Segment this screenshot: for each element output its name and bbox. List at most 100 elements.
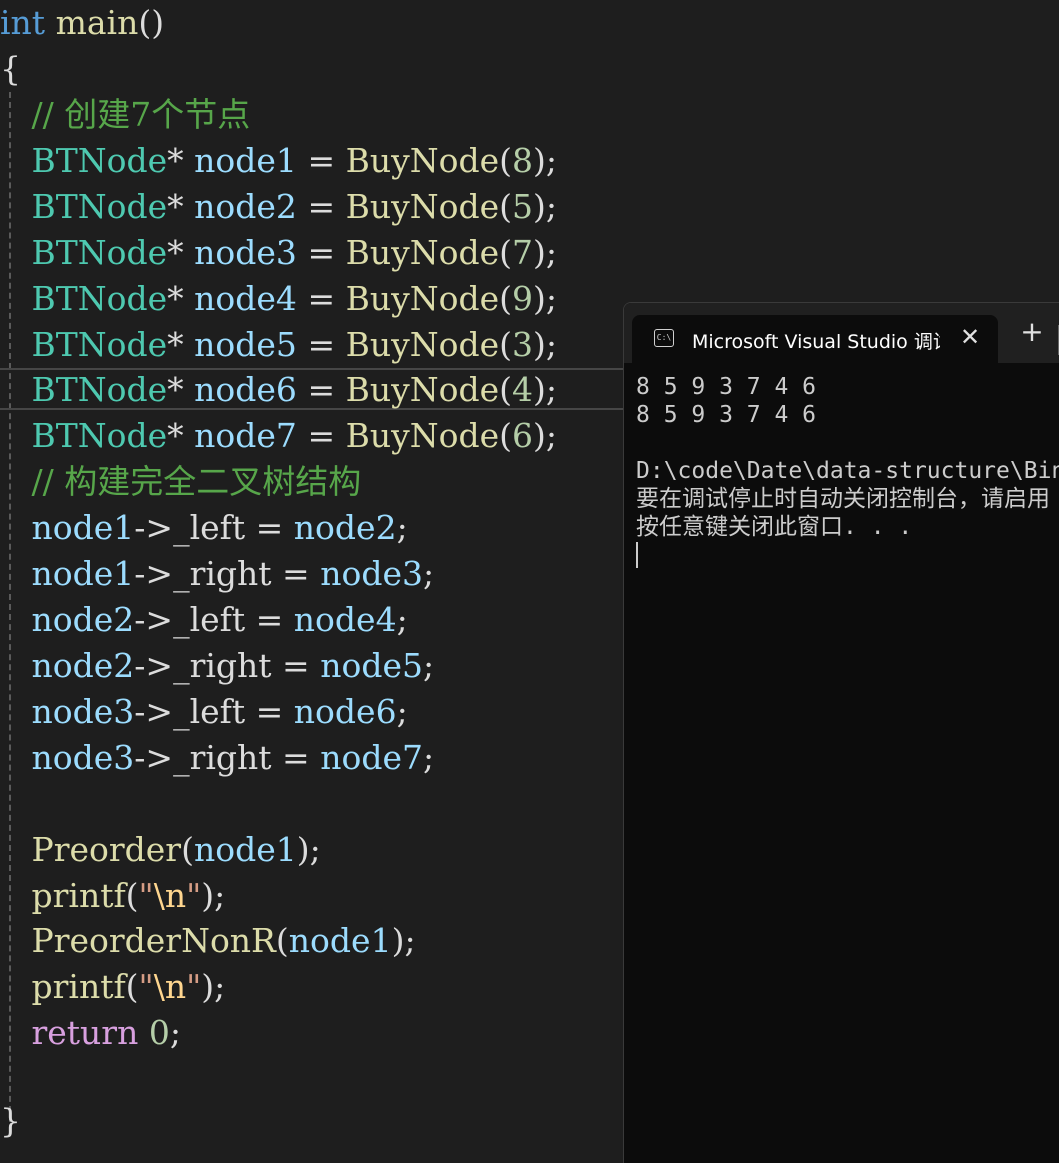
close-icon[interactable]: ✕ <box>956 323 984 351</box>
string-quote: " <box>138 876 154 915</box>
function-name: PreorderNonR <box>31 921 276 960</box>
code-line[interactable]: { <box>0 46 21 92</box>
number: 8 <box>512 141 534 180</box>
number: 4 <box>512 370 534 409</box>
number: 7 <box>512 233 534 272</box>
type-name: BTNode <box>31 187 168 226</box>
brace: } <box>0 1101 21 1140</box>
operator: -> <box>134 600 174 639</box>
variable: node2 <box>293 508 397 547</box>
function-name: BuyNode <box>345 279 500 318</box>
text-cursor <box>636 542 638 568</box>
code-line[interactable]: node2->_left = node4; <box>0 597 408 643</box>
code-line[interactable]: node1->_left = node2; <box>0 505 407 551</box>
string-quote: " <box>186 967 202 1006</box>
punctuation: ( <box>499 279 513 318</box>
number: 6 <box>512 416 534 455</box>
console-tab[interactable]: C:\ Microsoft Visual Studio 调试控制台 ✕ <box>632 315 998 363</box>
operator: = <box>307 370 336 409</box>
code-line[interactable]: node3->_right = node7; <box>0 735 434 781</box>
code-line[interactable]: node3->_left = node6; <box>0 689 408 735</box>
field: _right <box>173 646 272 685</box>
function-name: printf <box>31 876 126 915</box>
operator: = <box>307 279 336 318</box>
variable: node6 <box>293 692 397 731</box>
punctuation: * <box>167 187 184 226</box>
new-tab-button[interactable]: + <box>1018 317 1046 347</box>
code-line[interactable]: BTNode* node1 = BuyNode(8); <box>0 138 557 184</box>
function-name: BuyNode <box>345 233 500 272</box>
code-line[interactable]: int main() <box>0 0 164 46</box>
punctuation: ( <box>181 830 194 869</box>
variable: node2 <box>31 600 135 639</box>
punctuation: ; <box>169 1013 181 1052</box>
field: _left <box>173 600 246 639</box>
variable: node1 <box>194 141 297 180</box>
comment: // 创建7个节点 <box>31 95 251 134</box>
code-line[interactable]: // 创建7个节点 <box>0 92 250 138</box>
variable: node1 <box>193 830 297 869</box>
operator: = <box>307 233 336 272</box>
number: 5 <box>512 187 534 226</box>
variable: node3 <box>31 738 135 777</box>
punctuation: ); <box>533 141 558 180</box>
function-name: printf <box>31 967 126 1006</box>
code-line[interactable]: PreorderNonR(node1); <box>0 918 415 964</box>
punctuation: ); <box>533 370 558 409</box>
code-line[interactable]: // 构建完全二叉树结构 <box>0 459 361 505</box>
number: 9 <box>512 279 534 318</box>
number: 3 <box>512 325 534 364</box>
code-line[interactable]: Preorder(node1); <box>0 827 321 873</box>
punctuation: ); <box>533 416 558 455</box>
type-name: BTNode <box>31 325 168 364</box>
debug-console-window[interactable]: C:\ Microsoft Visual Studio 调试控制台 ✕ + 8 … <box>623 302 1059 1163</box>
variable: node3 <box>194 233 297 272</box>
variable: node5 <box>194 325 297 364</box>
operator: -> <box>134 692 174 731</box>
code-line[interactable]: printf("\n"); <box>0 873 225 919</box>
operator: = <box>255 508 284 547</box>
punctuation: ( <box>499 141 513 180</box>
code-line[interactable]: node1->_right = node3; <box>0 551 434 597</box>
type-name: BTNode <box>31 279 168 318</box>
function-name: BuyNode <box>345 325 500 364</box>
console-output[interactable]: 8 5 9 3 7 4 6 8 5 9 3 7 4 6 D:\code\Date… <box>636 373 1059 568</box>
punctuation: ); <box>296 830 321 869</box>
code-line[interactable]: BTNode* node2 = BuyNode(5); <box>0 184 557 230</box>
function-name: BuyNode <box>345 141 500 180</box>
terminal-icon: C:\ <box>654 329 674 347</box>
code-line[interactable]: BTNode* node5 = BuyNode(3); <box>0 322 557 368</box>
variable: node3 <box>31 692 135 731</box>
punctuation: ); <box>533 233 558 272</box>
output-line: D:\code\Date\data-structure\BinaryTree <box>636 458 1059 484</box>
field: _right <box>173 738 272 777</box>
code-line[interactable]: printf("\n"); <box>0 964 225 1010</box>
punctuation: ); <box>533 187 558 226</box>
punctuation: ( <box>275 921 289 960</box>
escape-sequence: \n <box>153 876 187 915</box>
function-name: BuyNode <box>345 370 500 409</box>
variable: node1 <box>31 508 135 547</box>
code-line[interactable]: } <box>0 1098 21 1144</box>
code-line[interactable]: BTNode* node7 = BuyNode(6); <box>0 413 557 459</box>
punctuation: ( <box>499 370 513 409</box>
code-line[interactable]: BTNode* node3 = BuyNode(7); <box>0 230 557 276</box>
code-line[interactable]: BTNode* node4 = BuyNode(9); <box>0 276 557 322</box>
operator: -> <box>134 554 174 593</box>
punctuation: ( <box>499 187 513 226</box>
punctuation: * <box>167 370 184 409</box>
type-name: BTNode <box>31 141 168 180</box>
operator: = <box>255 600 284 639</box>
output-line: 8 5 9 3 7 4 6 <box>636 402 817 428</box>
code-line[interactable]: node2->_right = node5; <box>0 643 434 689</box>
punctuation: ; <box>396 692 408 731</box>
keyword: return <box>31 1013 139 1052</box>
variable: node7 <box>320 738 423 777</box>
punctuation: ; <box>396 600 408 639</box>
output-line: 8 5 9 3 7 4 6 <box>636 374 817 400</box>
punctuation: ; <box>422 738 435 777</box>
punctuation: ); <box>201 967 226 1006</box>
code-line[interactable]: return 0; <box>0 1010 181 1056</box>
code-line[interactable]: BTNode* node6 = BuyNode(4); <box>0 367 557 413</box>
